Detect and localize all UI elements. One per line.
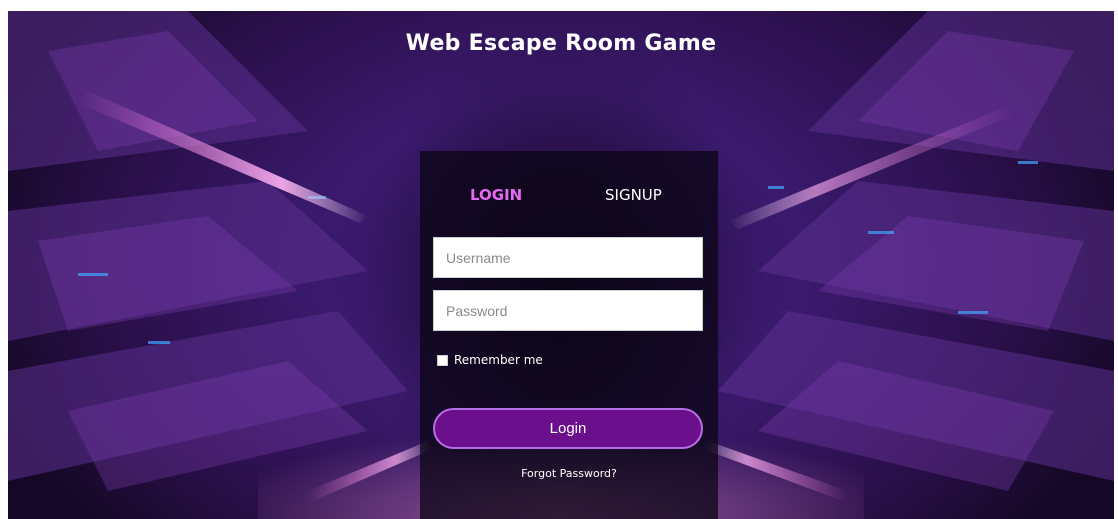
login-panel: LOGIN SIGNUP Remember me Login Forgot Pa… xyxy=(420,151,718,519)
login-button[interactable]: Login xyxy=(433,408,703,449)
auth-tabs: LOGIN SIGNUP xyxy=(420,186,718,208)
tab-signup[interactable]: SIGNUP xyxy=(605,186,662,204)
forgot-password-link[interactable]: Forgot Password? xyxy=(420,467,718,480)
remember-me-checkbox[interactable] xyxy=(437,354,448,366)
tab-login[interactable]: LOGIN xyxy=(470,186,522,204)
password-input[interactable] xyxy=(433,290,703,331)
page: Web Escape Room Game LOGIN SIGNUP Rememb… xyxy=(0,0,1118,519)
background-scene: Web Escape Room Game LOGIN SIGNUP Rememb… xyxy=(8,11,1114,519)
page-title: Web Escape Room Game xyxy=(405,31,717,56)
username-input[interactable] xyxy=(433,237,703,278)
remember-me-row: Remember me xyxy=(437,352,543,368)
remember-me-label: Remember me xyxy=(454,353,543,367)
